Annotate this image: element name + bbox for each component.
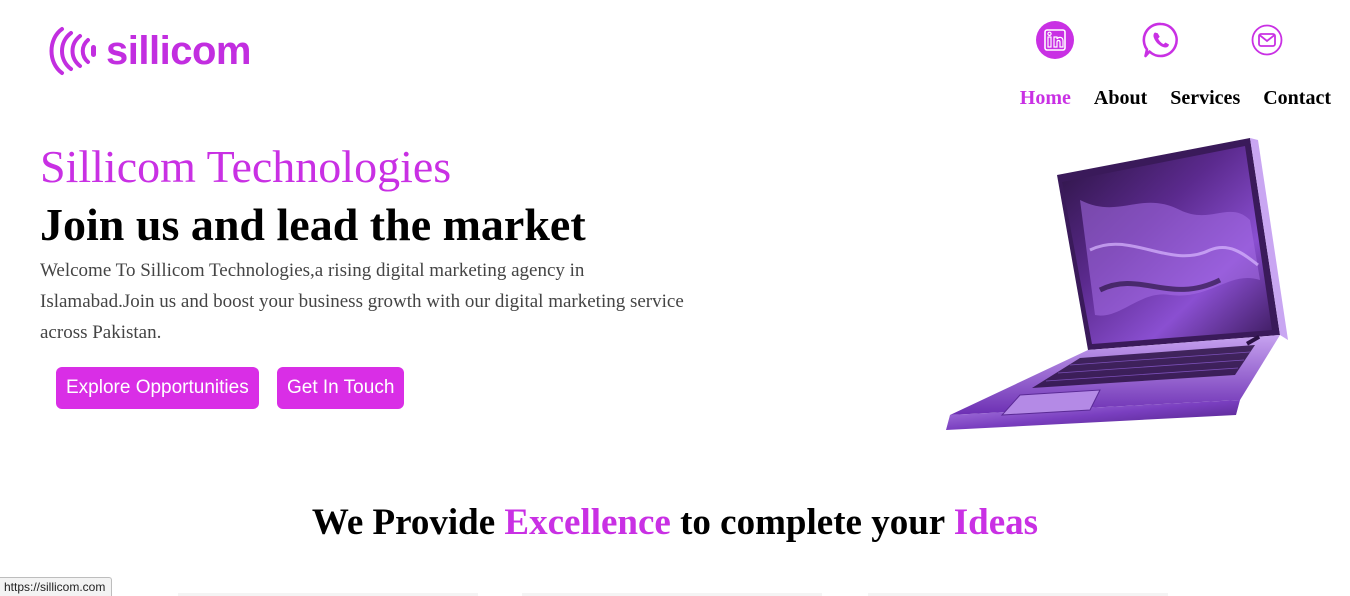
logo-mark-icon [49,27,96,75]
logo[interactable]: sillicom [48,24,251,78]
main-nav: Home About Services Contact [1020,87,1331,110]
nav-home[interactable]: Home [1020,87,1071,110]
tagline-highlight-ideas: Ideas [953,502,1039,543]
mail-icon [1251,24,1283,56]
tagline-highlight-excellence: Excellence [504,502,671,543]
hero-headline: Join us and lead the market [40,199,586,250]
whatsapp-link[interactable] [1108,20,1214,60]
nav-about[interactable]: About [1094,87,1147,110]
nav-contact[interactable]: Contact [1263,87,1331,110]
linkedin-icon [1036,21,1074,59]
browser-status-url: https://sillicom.com [0,577,113,596]
logo-text: sillicom [106,29,251,73]
hero-brand-title: Sillicom Technologies [40,141,452,192]
tagline-part2: to complete your [670,502,954,543]
section-tagline: We Provide Excellence to complete your I… [0,501,1350,544]
get-in-touch-button[interactable]: Get In Touch [277,367,405,409]
nav-services[interactable]: Services [1170,87,1240,110]
explore-opportunities-button[interactable]: Explore Opportunities [56,367,259,409]
hero-description: Welcome To Sillicom Technologies,a risin… [40,260,684,343]
tagline-part1: We Provide [311,502,505,543]
mail-link[interactable] [1214,20,1320,60]
social-links [1002,20,1320,60]
whatsapp-icon [1142,22,1178,58]
linkedin-link[interactable] [1002,20,1108,60]
laptop-image [946,138,1288,430]
